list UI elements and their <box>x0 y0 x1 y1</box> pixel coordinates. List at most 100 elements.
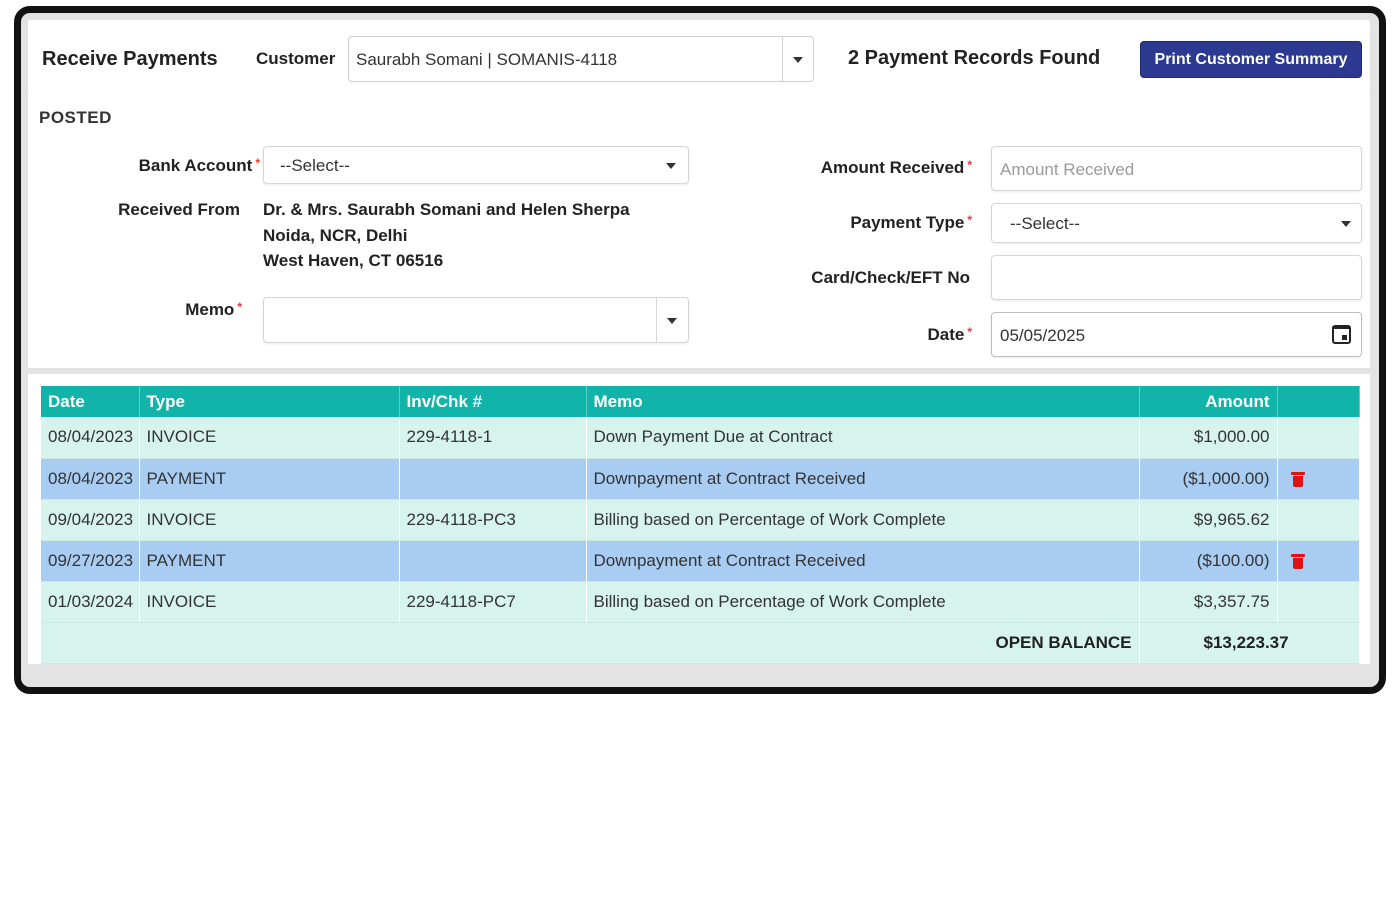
cell-amount: $1,000.00 <box>1139 417 1278 459</box>
required-mark: * <box>967 213 972 227</box>
date-input[interactable]: 05/05/2025 <box>991 312 1362 357</box>
payment-type-select[interactable]: --Select-- <box>991 203 1362 243</box>
cell-amount: $3,357.75 <box>1139 581 1278 623</box>
card-check-eft-label: Card/Check/EFT No <box>811 268 970 287</box>
payment-type-label-text: Payment Type <box>850 213 965 232</box>
column-header-actions <box>1277 386 1360 417</box>
chevron-down-icon[interactable] <box>666 163 676 169</box>
cell-inv-chk <box>399 458 587 500</box>
cell-inv-chk: 229-4118-PC3 <box>399 499 587 541</box>
cell-date: 08/04/2023 <box>41 458 140 500</box>
payment-type-label: Payment Type * <box>808 213 972 233</box>
column-header-date[interactable]: Date <box>41 386 140 417</box>
received-from-label: Received From <box>118 200 240 219</box>
table-row[interactable]: 08/04/2023 INVOICE 229-4118-1 Down Payment … <box>41 417 1360 459</box>
cell-inv-chk: 229-4118-1 <box>399 417 587 459</box>
section-title: POSTED <box>39 108 112 127</box>
cell-amount: ($1,000.00) <box>1139 458 1278 500</box>
chevron-down-icon[interactable] <box>793 57 803 63</box>
cell-actions <box>1277 581 1360 623</box>
bank-account-label: Bank Account * <box>88 156 260 176</box>
cell-memo: Billing based on Percentage of Work Comp… <box>586 581 1140 623</box>
amount-received-input[interactable]: Amount Received <box>991 146 1362 191</box>
required-mark: * <box>967 158 972 172</box>
amount-received-placeholder: Amount Received <box>1000 160 1135 179</box>
memo-label: Memo * <box>128 300 242 320</box>
table-container: Date Type Inv/Chk # Memo Amount 08/04/20… <box>28 374 1370 664</box>
date-label-text: Date <box>927 325 965 344</box>
column-header-inv-chk[interactable]: Inv/Chk # <box>399 386 587 417</box>
cell-date: 09/27/2023 <box>41 540 140 582</box>
memo-select[interactable] <box>263 297 689 343</box>
cell-type: INVOICE <box>139 499 400 541</box>
trash-lid <box>1290 471 1305 475</box>
cell-actions <box>1277 499 1360 541</box>
open-balance-row: OPEN BALANCE $13,223.37 <box>41 622 1360 664</box>
cell-memo: Down Payment Due at Contract <box>586 417 1140 459</box>
table-row[interactable]: 08/04/2023 PAYMENT Downpayment at Contract… <box>41 458 1360 500</box>
cell-amount: $9,965.62 <box>1139 499 1278 541</box>
cell-actions <box>1277 458 1360 500</box>
page-title: Receive Payments <box>42 48 218 70</box>
cell-inv-chk <box>399 540 587 582</box>
cell-type: PAYMENT <box>139 540 400 582</box>
table-row[interactable]: 09/27/2023 PAYMENT Downpayment at Contract… <box>41 540 1360 582</box>
payment-type-value: --Select-- <box>1010 214 1080 233</box>
customer-label: Customer <box>256 49 336 68</box>
bank-account-value: --Select-- <box>280 156 350 175</box>
trash-bin <box>1292 557 1303 569</box>
trash-icon[interactable] <box>1290 471 1305 487</box>
chevron-down-icon[interactable] <box>1341 221 1351 227</box>
amount-received-label: Amount Received * <box>768 158 972 178</box>
bank-account-label-text: Bank Account <box>138 156 253 175</box>
cell-amount: ($100.00) <box>1139 540 1278 582</box>
cell-type: INVOICE <box>139 417 400 459</box>
records-found-count: 2 Payment Records Found <box>848 47 1101 69</box>
cell-inv-chk: 229-4118-PC7 <box>399 581 587 623</box>
customer-select[interactable]: Saurabh Somani | SOMANIS-4118 <box>348 36 814 82</box>
card-check-eft-input[interactable] <box>991 255 1362 300</box>
open-balance-label: OPEN BALANCE <box>41 622 1140 664</box>
table-body: 08/04/2023 INVOICE 229-4118-1 Down Payment … <box>41 417 1360 664</box>
cell-date: 09/04/2023 <box>41 499 140 541</box>
table-row[interactable]: 09/04/2023 INVOICE 229-4118-PC3 Billing bas… <box>41 499 1360 541</box>
select-divider <box>656 298 657 342</box>
table-header-row: Date Type Inv/Chk # Memo Amount <box>41 386 1360 417</box>
column-header-memo[interactable]: Memo <box>586 386 1140 417</box>
trash-icon[interactable] <box>1290 553 1305 569</box>
cell-actions <box>1277 417 1360 459</box>
required-mark: * <box>967 325 972 339</box>
cell-type: INVOICE <box>139 581 400 623</box>
posted-form-panel: POSTED Bank Account * --Select-- Received… <box>28 94 1370 368</box>
table-row[interactable]: 01/03/2024 INVOICE 229-4118-PC7 Billing bas… <box>41 581 1360 623</box>
address-line-1: Dr. & Mrs. Saurabh Somani and Helen Sher… <box>263 200 630 219</box>
trash-bin <box>1292 475 1303 487</box>
address-line-2: Noida, NCR, Delhi <box>263 226 408 245</box>
chevron-down-icon[interactable] <box>667 318 677 324</box>
cell-type: PAYMENT <box>139 458 400 500</box>
cell-date: 08/04/2023 <box>41 417 140 459</box>
transactions-table: Date Type Inv/Chk # Memo Amount 08/04/20… <box>41 386 1360 664</box>
calendar-day-mark <box>1342 335 1347 340</box>
cell-memo: Downpayment at Contract Received <box>586 540 1140 582</box>
column-header-amount[interactable]: Amount <box>1139 386 1278 417</box>
cell-date: 01/03/2024 <box>41 581 140 623</box>
print-customer-summary-button[interactable]: Print Customer Summary <box>1140 41 1362 78</box>
address-line-3: West Haven, CT 06516 <box>263 251 444 270</box>
date-value: 05/05/2025 <box>1000 326 1086 345</box>
cell-actions <box>1277 540 1360 582</box>
bank-account-select[interactable]: --Select-- <box>263 146 689 184</box>
cell-memo: Billing based on Percentage of Work Comp… <box>586 499 1140 541</box>
amount-received-label-text: Amount Received <box>820 158 965 177</box>
open-balance-value: $13,223.37 <box>1139 622 1360 664</box>
cell-memo: Downpayment at Contract Received <box>586 458 1140 500</box>
column-header-type[interactable]: Type <box>139 386 400 417</box>
memo-label-text: Memo <box>185 300 235 319</box>
required-mark: * <box>237 300 242 314</box>
required-mark: * <box>255 156 260 170</box>
transactions-table-area: Date Type Inv/Chk # Memo Amount 08/04/20… <box>41 386 1360 664</box>
date-label: Date * <box>888 325 972 345</box>
trash-lid <box>1290 553 1305 557</box>
calendar-icon[interactable] <box>1332 325 1351 344</box>
customer-select-value: Saurabh Somani | SOMANIS-4118 <box>356 50 618 69</box>
